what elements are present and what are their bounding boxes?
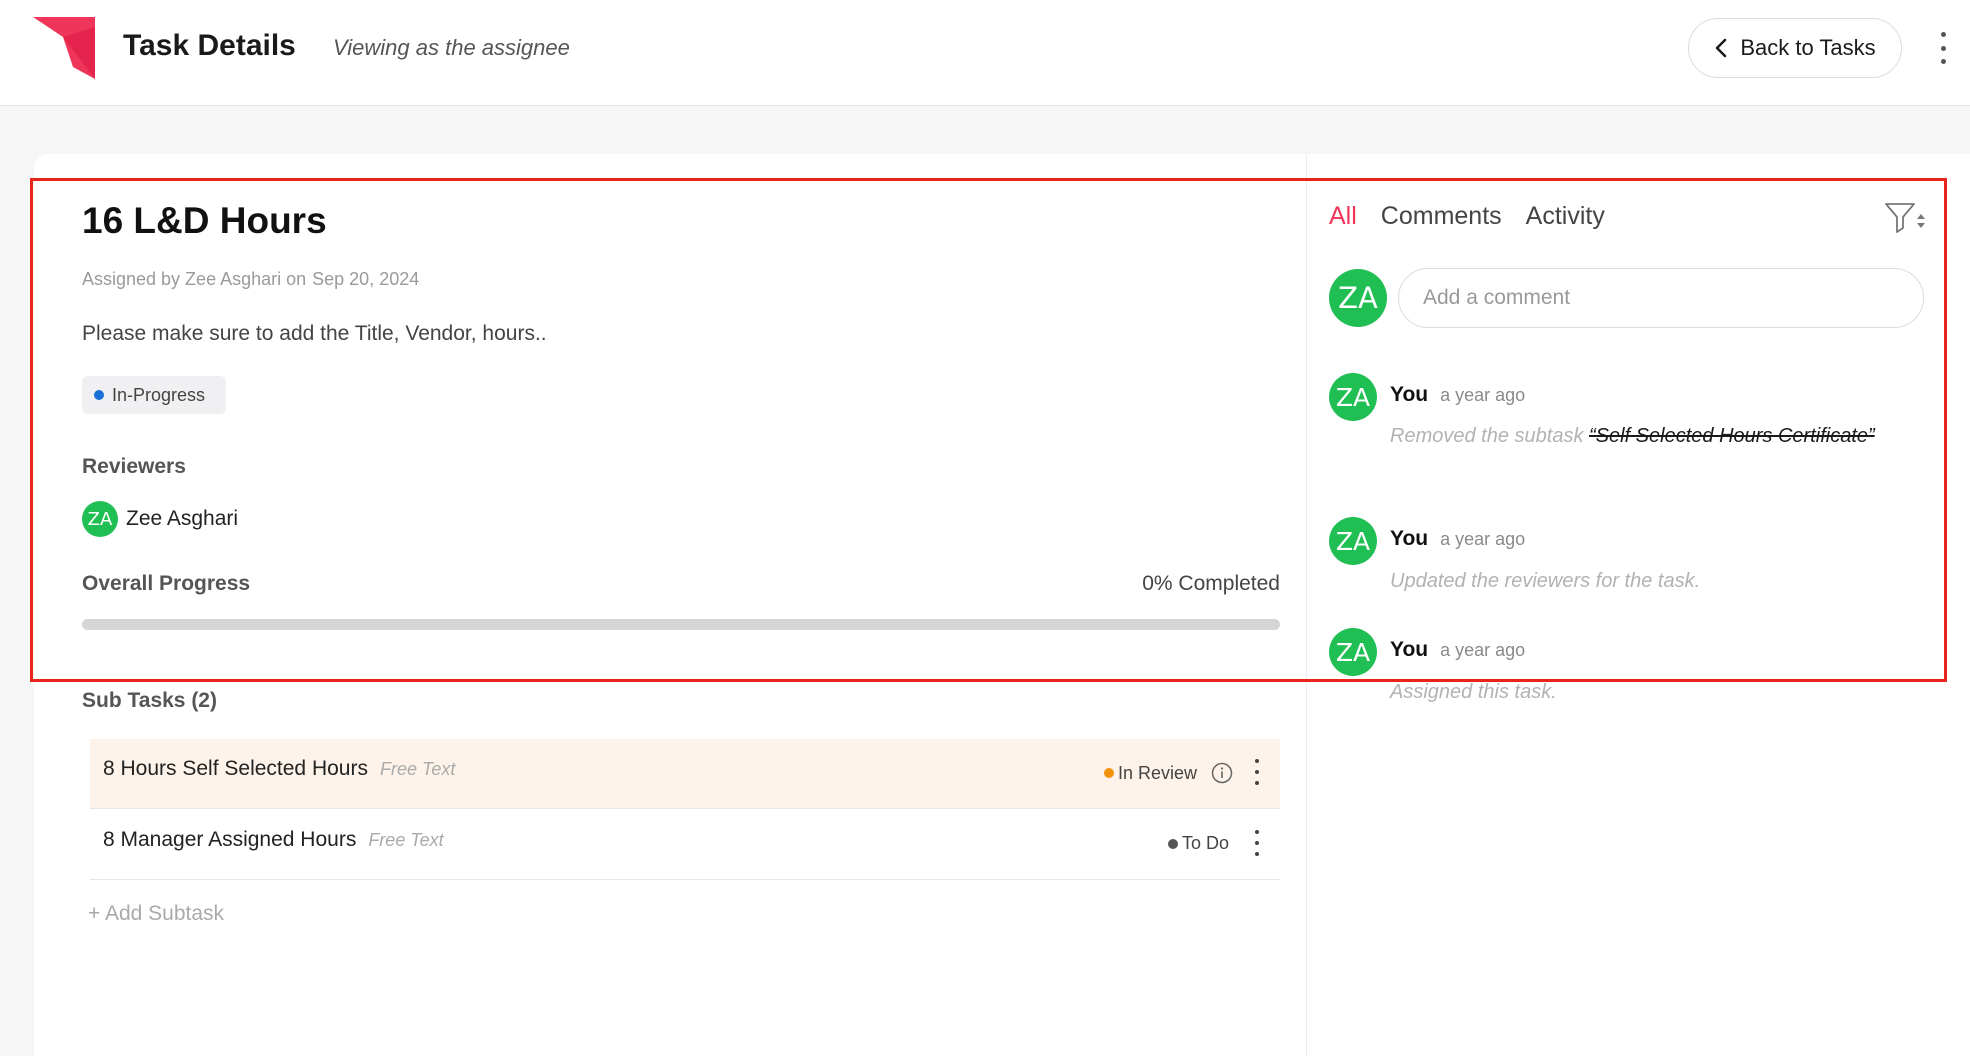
- activity-message: Assigned this task.: [1390, 681, 1557, 703]
- task-title: 16 L&D Hours: [82, 200, 327, 241]
- assigned-by-text: Assigned by Zee Asghari on: [82, 269, 307, 289]
- chevron-left-icon: [1716, 38, 1727, 58]
- subtask-status-label: In Review: [1118, 762, 1198, 783]
- viewing-as-note: Viewing as the assignee: [333, 35, 570, 60]
- progress-bar: [82, 619, 1280, 630]
- status-dot: [1168, 838, 1178, 849]
- avatar: ZA: [1329, 628, 1377, 676]
- add-subtask-link[interactable]: + Add Subtask: [88, 902, 224, 926]
- activity-header: You a year ago: [1390, 383, 1525, 407]
- avatar: ZA: [1329, 269, 1387, 327]
- activity-message-prefix: Removed the subtask: [1390, 425, 1589, 447]
- subtask-status: To Do: [1168, 833, 1229, 854]
- avatar: ZA: [1329, 373, 1377, 421]
- activity-message: Updated the reviewers for the task.: [1390, 570, 1701, 592]
- subtask-name: 8 Manager Assigned Hours: [103, 828, 357, 851]
- activity-user: You: [1390, 383, 1429, 406]
- activity-message: Removed the subtask “Self Selected Hours…: [1390, 420, 1920, 453]
- comment-input[interactable]: [1398, 268, 1924, 328]
- activity-header: You a year ago: [1390, 527, 1525, 551]
- reviewers-heading: Reviewers: [82, 455, 186, 478]
- subtask-type-tag: Free Text: [368, 830, 444, 850]
- tab-activity[interactable]: Activity: [1526, 202, 1605, 231]
- activity-tabs: All Comments Activity: [1329, 202, 1605, 231]
- subtask-status: In Review: [1104, 762, 1233, 784]
- subtask-row[interactable]: 8 Manager Assigned Hours Free Text To Do: [90, 810, 1280, 880]
- reviewer-name: Zee Asghari: [126, 507, 239, 530]
- subtask-type-tag: Free Text: [379, 759, 456, 779]
- assigned-date: Sep 20, 2024: [312, 269, 420, 289]
- tab-all[interactable]: All: [1329, 202, 1357, 231]
- progress-percent-text: 0% Completed: [1142, 572, 1280, 595]
- activity-time: a year ago: [1440, 640, 1526, 660]
- info-icon[interactable]: [1211, 762, 1233, 784]
- status-badge: In-Progress: [82, 376, 226, 414]
- subtask-menu-icon[interactable]: [1252, 830, 1262, 856]
- subtasks-heading: Sub Tasks (2): [82, 689, 217, 712]
- avatar: ZA: [1329, 517, 1377, 565]
- filter-icon[interactable]: [1884, 201, 1928, 235]
- removed-subtask-name: “Self Selected Hours Certificate”: [1589, 425, 1875, 447]
- more-options-icon[interactable]: [1934, 32, 1952, 64]
- activity-time: a year ago: [1440, 385, 1526, 405]
- subtask-row[interactable]: 8 Hours Self Selected Hours Free Text In …: [90, 739, 1280, 809]
- activity-time: a year ago: [1440, 529, 1526, 549]
- back-to-tasks-button[interactable]: Back to Tasks: [1688, 18, 1902, 78]
- activity-header: You a year ago: [1390, 638, 1525, 662]
- top-header: Task Details Viewing as the assignee Bac…: [0, 0, 1970, 106]
- assigned-info: Assigned by Zee Asghari on Sep 20, 2024: [82, 269, 425, 290]
- overall-progress-heading: Overall Progress: [82, 572, 251, 595]
- tab-comments[interactable]: Comments: [1381, 202, 1502, 231]
- task-description: Please make sure to add the Title, Vendo…: [82, 322, 547, 345]
- page-title: Task Details: [123, 29, 296, 62]
- app-logo: [33, 17, 95, 79]
- subtask-status-label: To Do: [1182, 833, 1230, 853]
- panel-divider: [1306, 154, 1307, 1056]
- activity-user: You: [1390, 638, 1429, 661]
- subtask-name: 8 Hours Self Selected Hours: [103, 757, 368, 780]
- subtask-menu-icon[interactable]: [1252, 759, 1262, 785]
- avatar: ZA: [82, 501, 118, 537]
- status-dot: [1104, 768, 1114, 778]
- reviewer-item: ZA Zee Asghari: [82, 501, 238, 537]
- status-dot: [94, 390, 104, 400]
- status-label: In-Progress: [112, 384, 206, 405]
- activity-user: You: [1390, 527, 1429, 550]
- back-to-tasks-label: Back to Tasks: [1740, 35, 1876, 60]
